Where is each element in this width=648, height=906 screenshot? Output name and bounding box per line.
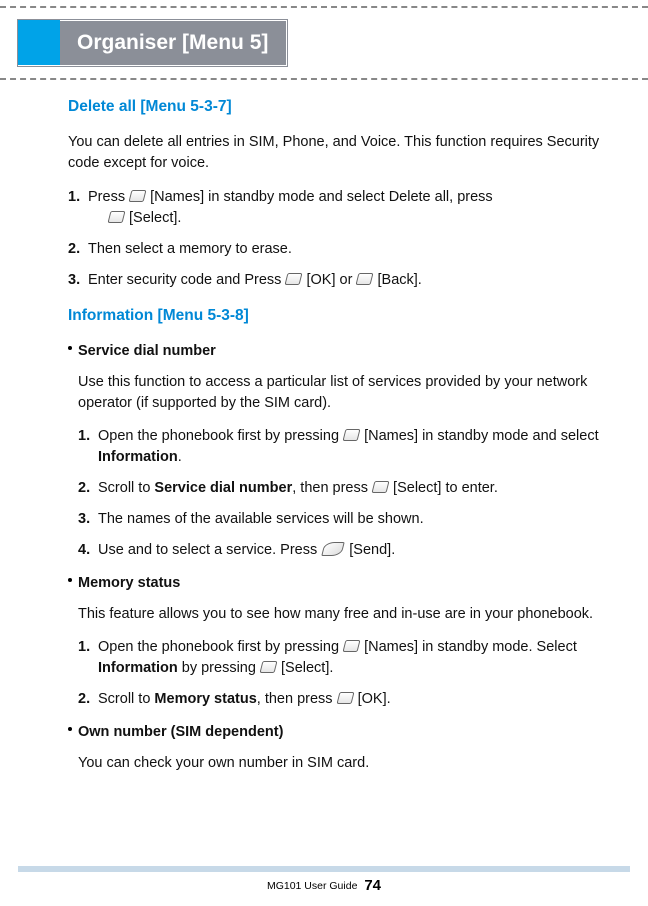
memory-status-intro: This feature allows you to see how many … [68,604,608,625]
section-title-information: Information [Menu 5-3-8] [68,305,608,327]
step-text: Then select a memory to erase. [88,241,292,257]
softkey-right-icon [129,190,147,202]
memory-status-step-1: 1. Open the phonebook first by pressing … [78,637,608,679]
softkey-right-icon [356,273,374,285]
step-number: 1. [78,637,90,658]
bullet-icon [68,346,72,350]
bullet-icon [68,578,72,582]
delete-all-intro: You can delete all entries in SIM, Phone… [68,132,608,174]
own-number-intro: You can check your own number in SIM car… [68,753,608,774]
step-number: 4. [78,540,90,561]
service-dial-step-1: 1. Open the phonebook first by pressing … [78,426,608,468]
footer-page-number: 74 [364,877,381,894]
step-text: The names of the available services will… [98,511,424,527]
footer-divider-bar [18,866,630,872]
step-number: 2. [68,239,80,260]
bullet-icon [68,727,72,731]
step-text: Open the phonebook first by pressing [Na… [98,639,577,676]
memory-status-step-2: 2. Scroll to Memory status, then press [… [78,689,608,710]
delete-all-steps: 1. Press [Names] in standby mode and sel… [68,187,608,291]
section-title-delete-all: Delete all [Menu 5-3-7] [68,96,608,118]
step-text: Use and to select a service. Press [Send… [98,542,395,558]
delete-all-step-1: 1. Press [Names] in standby mode and sel… [68,187,608,229]
page-header-title: Organiser [Menu 5] [77,31,268,55]
step-text: Enter security code and Press [OK] or [B… [88,272,422,288]
delete-all-step-3: 3. Enter security code and Press [OK] or… [68,270,608,291]
step-number: 3. [68,270,80,291]
subheading-label: Own number (SIM dependent) [78,724,283,740]
service-dial-step-4: 4. Use and to select a service. Press [S… [78,540,608,561]
service-dial-step-3: 3. The names of the available services w… [78,509,608,530]
service-dial-step-2: 2. Scroll to Service dial number, then p… [78,478,608,499]
subheading-memory-status: Memory status [68,573,608,594]
step-number: 2. [78,689,90,710]
subheading-label: Service dial number [78,343,216,359]
step-number: 1. [68,187,80,208]
footer-guide: MG101 User Guide [267,880,357,892]
softkey-right-icon [343,640,361,652]
softkey-left-icon [259,661,277,673]
service-dial-intro: Use this function to access a particular… [68,372,608,414]
step-text: Scroll to Memory status, then press [OK]… [98,691,391,707]
page-footer: MG101 User Guide 74 [0,877,648,894]
step-number: 1. [78,426,90,447]
softkey-left-icon [108,211,126,223]
step-cont: [Select]. [88,208,608,229]
softkey-left-icon [336,692,354,704]
softkey-right-icon [343,429,361,441]
top-dashed-rule [0,6,648,8]
subheading-service-dial: Service dial number [68,341,608,362]
page-content: Delete all [Menu 5-3-7] You can delete a… [68,96,608,786]
step-number: 3. [78,509,90,530]
step-text: Scroll to Service dial number, then pres… [98,480,498,496]
delete-all-step-2: 2. Then select a memory to erase. [68,239,608,260]
service-dial-steps: 1. Open the phonebook first by pressing … [68,426,608,561]
subheading-own-number: Own number (SIM dependent) [68,722,608,743]
subheading-label: Memory status [78,575,180,591]
memory-status-steps: 1. Open the phonebook first by pressing … [68,637,608,710]
softkey-left-icon [285,273,303,285]
header-accent-block [18,20,60,65]
call-key-icon [322,542,345,556]
step-text: Open the phonebook first by pressing [Na… [98,428,599,465]
mid-dashed-rule [0,78,648,80]
step-number: 2. [78,478,90,499]
softkey-left-icon [372,481,390,493]
step-text: Press [Names] in standby mode and select… [88,189,493,205]
